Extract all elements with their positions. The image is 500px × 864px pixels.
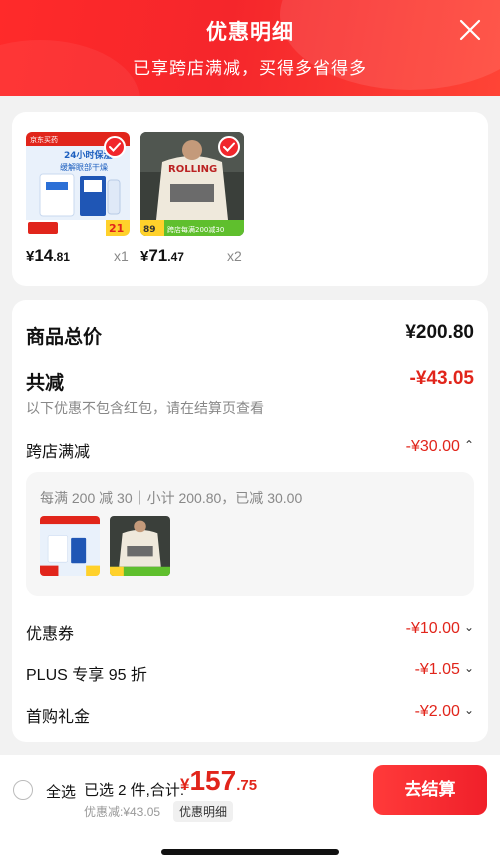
image-text: ROLLING	[168, 164, 217, 175]
checkout-button[interactable]: 去结算	[373, 765, 487, 815]
select-all-label[interactable]: 全选	[46, 781, 76, 802]
mini-product-image-eyedrops	[40, 516, 100, 576]
first-purchase-value: -¥2.00	[414, 703, 460, 720]
discount-detail-button[interactable]: 优惠明细	[173, 801, 234, 822]
checkout-bar: 全选 已选 2 件,合计: ¥157.75 优惠减:¥43.05 优惠明细 去结…	[0, 755, 500, 864]
plus-discount-label: PLUS 专享 95 折	[26, 667, 147, 684]
coupon-toggle[interactable]: -¥10.00 ⌄	[406, 620, 474, 638]
price-integer: 14	[34, 246, 54, 265]
mini-product-image-tshirt	[110, 516, 170, 576]
selected-count-text: 已选 2 件,合计:	[84, 782, 185, 799]
image-text: 缓解眼部干燥	[60, 162, 108, 172]
product-quantity: x2	[227, 248, 242, 264]
price-decimal: .81	[53, 250, 70, 264]
discount-amount-text: 优惠减:¥43.05	[84, 805, 161, 819]
plus-discount-toggle[interactable]: -¥1.05 ⌄	[415, 661, 474, 679]
check-icon[interactable]	[104, 136, 126, 158]
first-purchase-label: 首购礼金	[26, 709, 91, 726]
plus-discount-value: -¥1.05	[414, 661, 460, 678]
grand-total: ¥157.75	[180, 765, 257, 797]
coupon-label: 优惠券	[26, 626, 75, 643]
price-decimal: .47	[167, 250, 184, 264]
image-text: 21	[109, 222, 124, 235]
popup-header: 优惠明细 已享跨店满减，买得多省得多	[0, 0, 500, 96]
chevron-down-icon: ⌄	[463, 661, 474, 675]
total-price-label: 商品总价	[26, 327, 103, 348]
popup-title: 优惠明细	[206, 21, 294, 44]
cross-store-toggle[interactable]: -¥30.00 ⌃	[406, 438, 474, 456]
cross-store-value: -¥30.00	[405, 438, 460, 455]
chevron-down-icon: ⌄	[463, 620, 474, 634]
coupon-value: -¥10.00	[405, 620, 460, 637]
product-image-tshirt[interactable]: ROLLING 89 跨店每满200减30	[140, 132, 244, 236]
product-quantity: x1	[114, 248, 129, 264]
image-text: 89	[143, 225, 156, 235]
reduction-note: 以下优惠不包含红包，请在结算页查看	[26, 400, 264, 416]
first-purchase-toggle[interactable]: -¥2.00 ⌄	[415, 703, 474, 721]
cross-store-detail: 每满 200 减 30｜小计 200.80，已减 30.00	[26, 472, 474, 596]
image-text: 京东买药	[30, 135, 58, 144]
home-indicator	[161, 849, 339, 855]
total-price-value: ¥200.80	[405, 322, 474, 343]
product-image-eyedrops[interactable]: 京东买药 24小时保湿 缓解眼部干燥 21	[26, 132, 130, 236]
chevron-down-icon: ⌄	[463, 703, 474, 717]
reduction-value: -¥43.05	[409, 368, 474, 389]
reduction-label: 共减	[26, 373, 65, 394]
chevron-up-icon: ⌃	[463, 438, 474, 452]
cross-store-rule: 每满 200 减 30｜小计 200.80，已减 30.00	[40, 490, 303, 506]
discount-summary-card: 商品总价 ¥200.80 共减 -¥43.05 以下优惠不包含红包，请在结算页查…	[12, 300, 488, 742]
product-price: ¥14.81	[26, 246, 70, 266]
check-icon[interactable]	[218, 136, 240, 158]
cross-store-label: 跨店满减	[26, 444, 91, 461]
popup-subtitle: 已享跨店满减，买得多省得多	[133, 59, 367, 78]
price-integer: 71	[148, 246, 168, 265]
product-price: ¥71.47	[140, 246, 184, 266]
products-card: 京东买药 24小时保湿 缓解眼部干燥 21 ¥14.81 x1 ROLLING	[12, 112, 488, 286]
total-decimal: .75	[236, 777, 258, 794]
total-integer: 157	[189, 765, 237, 796]
radio-icon[interactable]	[13, 780, 33, 800]
close-icon[interactable]	[458, 18, 482, 42]
image-text: 跨店每满200减30	[167, 225, 224, 234]
